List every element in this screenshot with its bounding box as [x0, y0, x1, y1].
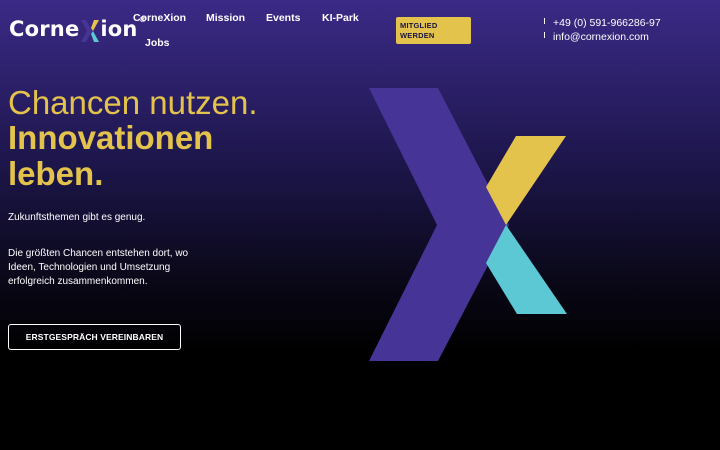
- hero-description: Die größten Chancen entstehen dort, wo I…: [8, 248, 189, 287]
- nav-item-ki-park[interactable]: KI-Park: [322, 12, 359, 24]
- x-mark-icon: [80, 20, 99, 42]
- phone-icon: [544, 18, 545, 24]
- x-mark-graphic: [369, 88, 567, 361]
- hero-headline-bold-line2: leben.: [8, 155, 104, 192]
- nav-item-jobs[interactable]: Jobs: [145, 37, 170, 49]
- nav-item-mission[interactable]: Mission: [206, 12, 245, 24]
- hero-headline-light: Chancen nutzen.: [8, 84, 258, 121]
- hero-headline-bold-line1: Innovationen: [8, 119, 214, 156]
- phone-number: +49 (0) 591-966286-97: [553, 17, 661, 29]
- email-address: info@cornexion.com: [553, 31, 649, 43]
- x-graphic-purple: [369, 88, 509, 361]
- nav-item-cornexion[interactable]: CorneXion: [133, 12, 186, 24]
- logo-text-end: ion: [100, 17, 138, 41]
- hero-intro: Zukunftsthemen gibt es genug.: [8, 212, 146, 223]
- logo-text-start: Corne: [9, 17, 80, 41]
- book-consultation-button[interactable]: ERSTGESPRÄCH VEREINBAREN: [8, 324, 181, 350]
- member-button[interactable]: MITGLIED WERDEN: [396, 17, 471, 44]
- contact-email[interactable]: info@cornexion.com: [544, 31, 649, 43]
- nav-item-events[interactable]: Events: [266, 12, 300, 24]
- logo[interactable]: Corne ion ®: [9, 16, 147, 42]
- email-icon: [544, 32, 545, 38]
- contact-phone[interactable]: +49 (0) 591-966286-97: [544, 17, 661, 29]
